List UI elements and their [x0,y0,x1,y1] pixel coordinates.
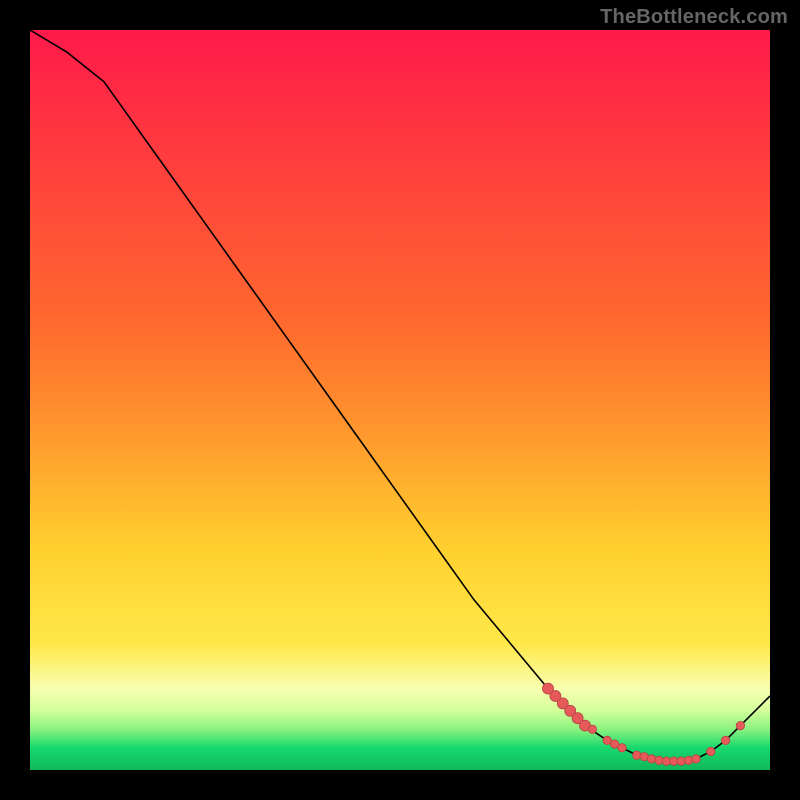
gradient-background [30,30,770,770]
chart-frame: TheBottleneck.com [0,0,800,800]
marker-point [707,747,715,755]
marker-point [647,755,655,763]
marker-point [721,736,729,744]
marker-point [588,725,596,733]
plot-area [30,30,770,770]
watermark-text: TheBottleneck.com [600,6,788,29]
marker-point [692,755,700,763]
marker-point [633,751,641,759]
marker-point [684,756,692,764]
marker-point [736,721,744,729]
marker-point [618,744,626,752]
chart-svg [30,30,770,770]
